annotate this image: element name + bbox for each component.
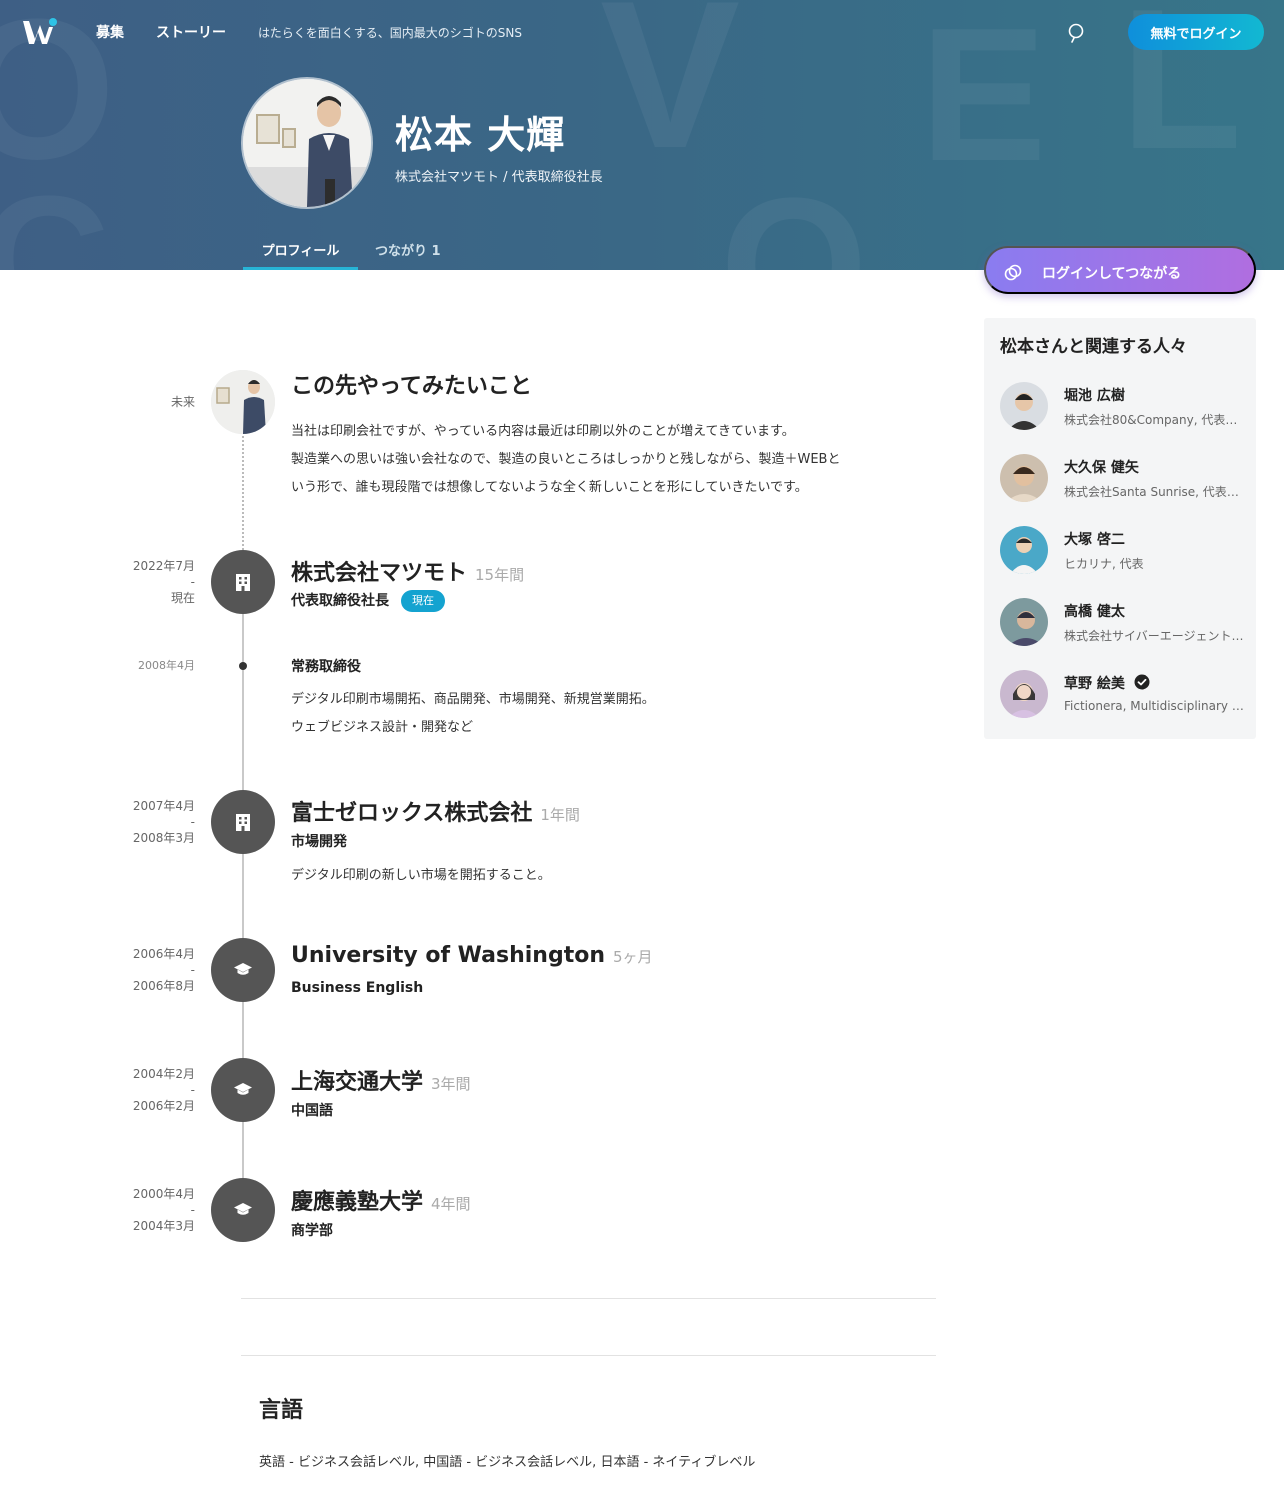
avatar bbox=[243, 79, 371, 207]
person-name: 高橋 健太 bbox=[1064, 604, 1125, 620]
list-item[interactable]: 大久保 健矢 株式会社Santa Sunrise, 代表取締役 bbox=[1000, 454, 1248, 510]
verified-icon bbox=[1134, 674, 1150, 690]
languages-title: 言語 bbox=[259, 1398, 304, 1423]
connect-button[interactable]: ログインしてつながる bbox=[984, 246, 1256, 294]
timeline-date: 2007年4月 - 2008年3月 bbox=[132, 799, 195, 845]
list-item[interactable]: 草野 絵美 Fictionera, Multidisciplinary Arti… bbox=[1000, 670, 1248, 726]
avatar bbox=[1000, 382, 1048, 430]
top-nav: 募集 ストーリー はたらくを面白くする、国内最大のシゴトのSNS 無料でログイン bbox=[0, 0, 1284, 64]
list-item[interactable]: 高橋 健太 株式会社サイバーエージェント, 開発 bbox=[1000, 598, 1248, 654]
divider bbox=[241, 1298, 936, 1299]
role-description: デジタル印刷の新しい市場を開拓すること。 bbox=[291, 868, 551, 883]
person-role: 株式会社Santa Sunrise, 代表取締役 bbox=[1064, 485, 1244, 499]
major-title: 商学部 bbox=[291, 1223, 333, 1239]
school-title: 慶應義塾大学 4年間 bbox=[291, 1190, 471, 1215]
role-title: 市場開発 bbox=[291, 834, 347, 850]
login-button[interactable]: 無料でログイン bbox=[1128, 14, 1264, 50]
major-title: 中国語 bbox=[291, 1103, 333, 1119]
timeline-date: 2008年4月 bbox=[138, 659, 195, 672]
nav-story[interactable]: ストーリー bbox=[156, 22, 226, 42]
company-title: 富士ゼロックス株式会社 1年間 bbox=[291, 801, 580, 826]
tagline: はたらくを面白くする、国内最大のシゴトのSNS bbox=[258, 26, 522, 40]
person-name: 草野 絵美 bbox=[1064, 673, 1150, 693]
school-title: 上海交通大学 3年間 bbox=[291, 1070, 471, 1095]
tab-active-indicator bbox=[243, 267, 358, 270]
timeline-date: 2006年4月 - 2006年8月 bbox=[132, 947, 195, 993]
future-title: この先やってみたいこと bbox=[291, 374, 532, 399]
future-description: 当社は印刷会社ですが、やっている内容は最近は印刷以外のことが増えてきています。 … bbox=[291, 424, 841, 495]
person-role: 株式会社サイバーエージェント, 開発 bbox=[1064, 629, 1244, 643]
avatar bbox=[1000, 454, 1048, 502]
avatar bbox=[1000, 526, 1048, 574]
logo-icon[interactable] bbox=[22, 17, 62, 47]
person-role: 株式会社80&Company, 代表取締役 bbox=[1064, 413, 1244, 427]
related-title: 松本さんと関連する人々 bbox=[1000, 337, 1187, 357]
divider bbox=[241, 1355, 936, 1356]
timeline-node bbox=[211, 1058, 275, 1122]
languages-text: 英語 - ビジネス会話レベル, 中国語 - ビジネス会話レベル, 日本語 - ネ… bbox=[259, 1455, 756, 1470]
sub-role-description: デジタル印刷市場開拓、商品開発、市場開発、新規営業開拓。 ウェブビジネス設計・開… bbox=[291, 692, 655, 735]
timeline-date: 2022年7月 - 現在 bbox=[132, 559, 195, 605]
person-name: 大塚 啓二 bbox=[1064, 532, 1125, 548]
profile-name: 松本 大輝 bbox=[395, 113, 566, 157]
building-icon bbox=[236, 574, 250, 591]
timeline-node bbox=[211, 790, 275, 854]
avatar bbox=[211, 370, 275, 434]
search-icon[interactable] bbox=[1066, 22, 1088, 44]
person-role: Fictionera, Multidisciplinary Artist bbox=[1064, 699, 1244, 713]
tab-profile[interactable]: プロフィール bbox=[243, 240, 358, 259]
graduation-cap-icon bbox=[234, 1203, 252, 1215]
timeline-date: 未来 bbox=[170, 395, 195, 409]
watermark: O bbox=[720, 159, 868, 270]
company-title: 株式会社マツモト 15年間 bbox=[291, 561, 525, 586]
school-title: University of Washington 5ヶ月 bbox=[291, 943, 653, 968]
timeline-node bbox=[211, 550, 275, 614]
timeline-line bbox=[242, 614, 244, 1214]
avatar bbox=[1000, 598, 1048, 646]
sub-role-title: 常務取締役 bbox=[291, 659, 361, 675]
list-item[interactable]: 堀池 広樹 株式会社80&Company, 代表取締役 bbox=[1000, 382, 1248, 438]
nav-recruit[interactable]: 募集 bbox=[96, 22, 124, 42]
graduation-cap-icon bbox=[234, 1083, 252, 1095]
status-badge: 現在 bbox=[401, 590, 445, 612]
timeline-node bbox=[211, 938, 275, 1002]
timeline-node bbox=[211, 1178, 275, 1242]
timeline-date: 2004年2月 - 2006年2月 bbox=[132, 1067, 195, 1113]
tab-connections[interactable]: つながり 1 bbox=[375, 240, 441, 259]
related-people: 松本さんと関連する人々 堀池 広樹 株式会社80&Company, 代表取締役 … bbox=[984, 318, 1256, 739]
person-role: ヒカリナ, 代表 bbox=[1064, 557, 1144, 571]
timeline-dot bbox=[239, 662, 247, 670]
avatar bbox=[1000, 670, 1048, 718]
link-icon bbox=[1004, 264, 1022, 281]
role-title: 代表取締役社長 現在 bbox=[291, 590, 445, 612]
timeline-future-connector bbox=[242, 436, 244, 550]
profile-header: O V E L C O 募集 ストーリー はたらくを面白くする、国内最大のシゴト… bbox=[0, 0, 1284, 270]
list-item[interactable]: 大塚 啓二 ヒカリナ, 代表 bbox=[1000, 526, 1248, 582]
watermark: C bbox=[0, 159, 110, 271]
person-name: 堀池 広樹 bbox=[1064, 388, 1125, 404]
connect-label: ログインしてつながる bbox=[1042, 265, 1182, 281]
major-title: Business English bbox=[291, 980, 424, 996]
graduation-cap-icon bbox=[234, 963, 252, 975]
profile-subtitle: 株式会社マツモト / 代表取締役社長 bbox=[395, 170, 603, 185]
building-icon bbox=[236, 814, 250, 831]
timeline-date: 2000年4月 - 2004年3月 bbox=[132, 1187, 195, 1233]
person-name: 大久保 健矢 bbox=[1064, 460, 1139, 476]
